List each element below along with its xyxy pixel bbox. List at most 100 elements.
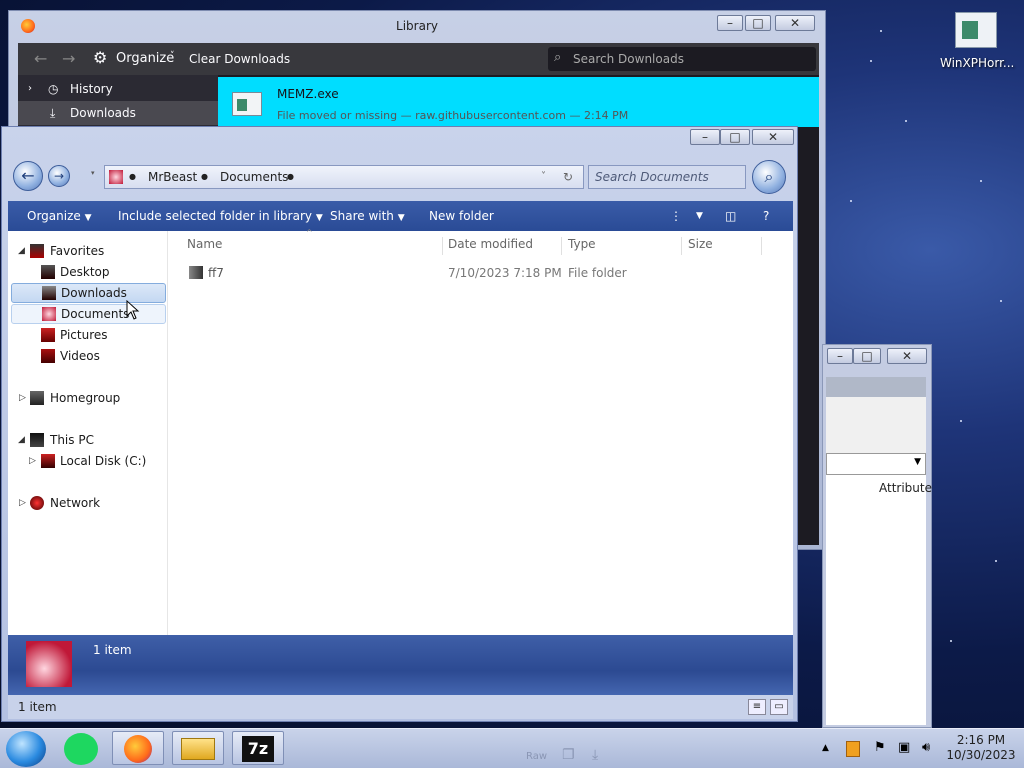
taskbar-explorer[interactable] [172,731,224,765]
download-item[interactable]: MEMZ.exe File moved or missing — raw.git… [218,77,819,127]
folder-icon [181,738,215,760]
tree-item-label: Desktop [60,265,110,279]
attribute-column-header: Attribute [879,481,932,495]
refresh-icon[interactable]: ↻ [563,166,573,188]
organize-menu[interactable]: Organize [116,51,174,66]
tray-app-icon[interactable] [846,741,860,757]
breadcrumb-item[interactable]: Documents [220,166,288,188]
preview-pane-icon[interactable]: ◫ [725,201,736,231]
sidebar-item-history[interactable]: › ◷ History [18,77,218,101]
new-folder-button[interactable]: New folder [429,201,494,231]
search-downloads-placeholder: Search Downloads [573,52,684,66]
tree-item-local-disk[interactable]: ▷ Local Disk (C:) [8,451,167,471]
expand-arrow-icon[interactable]: ▷ [19,493,29,513]
sidebar-item-label: Downloads [70,106,136,120]
sort-arrow-icon: ^ [306,228,313,237]
chevron-right-icon: › [28,83,32,94]
breadcrumb-item[interactable]: MrBeast [148,166,197,188]
collapse-arrow-icon[interactable]: ◢ [18,241,28,261]
close-button[interactable]: ✕ [775,15,815,31]
chevron-down-icon[interactable]: ˅ [541,166,546,188]
downloads-icon [42,286,56,300]
minimize-button[interactable]: – [690,129,720,145]
back-arrow-icon[interactable]: ← [34,49,47,68]
7zip-icon: 7z [242,736,274,762]
maximize-button[interactable]: □ [720,129,750,145]
volume-icon[interactable]: 🔊︎ [922,740,930,755]
tree-item-label: Local Disk (C:) [60,454,147,468]
close-button[interactable]: ✕ [752,129,794,145]
taskbar-firefox[interactable] [112,731,164,765]
chevron-down-icon[interactable]: ▼ [696,201,703,231]
tree-item-label: Pictures [60,328,108,342]
sidebar-item-downloads[interactable]: ⤓ Downloads [18,101,218,125]
taskbar: 7z Raw ❐ ⤓ ▲ ⚑ ▣ 🔊︎ 2:16 PM 10/30/2023 [0,728,1024,768]
file-name: ff7 [208,266,224,280]
taskbar-7zip[interactable]: 7z [232,731,284,765]
clear-downloads-button[interactable]: Clear Downloads [189,52,290,66]
close-button[interactable]: ✕ [887,348,927,364]
search-downloads-input[interactable]: ⌕ Search Downloads [548,47,816,71]
status-bar: 1 item ≡ ▭ [8,695,793,719]
clock[interactable]: 2:16 PM 10/30/2023 [946,733,1016,763]
breadcrumb-separator[interactable]: ● [201,166,208,188]
tree-item-this-pc[interactable]: ◢ This PC [8,430,167,450]
include-in-library-menu[interactable]: Include selected folder in library ▼ [118,201,323,233]
tree-item-homegroup[interactable]: ▷ Homegroup [8,388,167,408]
command-bar: Organize ▼ Include selected folder in li… [8,201,793,231]
documents-icon [42,307,56,321]
forward-button[interactable]: → [48,165,70,187]
spotify-icon[interactable] [64,733,98,765]
forward-arrow-icon[interactable]: → [62,49,75,68]
share-with-menu[interactable]: Share with ▼ [330,201,405,233]
navigation-pane: ◢ Favorites Desktop Downloads Documents … [8,231,167,635]
show-hidden-icons-icon[interactable]: ▲ [822,743,829,753]
tree-item-label: This PC [50,433,94,447]
column-header-type[interactable]: Type [562,237,682,255]
search-button[interactable]: ⌕ [752,160,786,194]
tree-item-downloads[interactable]: Downloads [11,283,166,303]
tree-item-pictures[interactable]: Pictures [8,325,167,345]
start-button[interactable] [6,731,46,767]
documents-library-icon [26,641,72,687]
minimize-button[interactable]: – [827,348,853,364]
favorites-icon [30,244,44,258]
organize-menu[interactable]: Organize ▼ [27,201,92,233]
chevron-down-icon: ▼ [397,213,405,223]
tree-item-label: Favorites [50,244,105,258]
properties-dropdown[interactable]: ▼ [826,453,926,475]
details-view-icon[interactable]: ≡ [748,699,766,715]
column-header-date[interactable]: Date modified [442,237,562,255]
breadcrumb-separator[interactable]: ● [129,166,136,188]
network-tray-icon[interactable]: ▣ [898,740,910,755]
breadcrumb-separator[interactable]: ● [287,166,294,188]
table-row[interactable]: ff7 7/10/2023 7:18 PM File folder [181,263,781,283]
clock-time: 2:16 PM [956,733,1006,747]
expand-arrow-icon[interactable]: ▷ [29,451,39,471]
desktop-shortcut-icon[interactable]: WinXPHorr... [940,10,1014,80]
recent-pages-icon[interactable]: ▾ [91,169,95,177]
maximize-button[interactable]: □ [745,15,771,31]
help-icon[interactable]: ? [763,201,769,231]
search-documents-input[interactable]: Search Documents [588,165,746,189]
network-icon [30,496,44,510]
column-header-name[interactable]: Name [181,237,443,255]
collapse-arrow-icon[interactable]: ◢ [18,430,28,450]
large-icons-view-icon[interactable]: ▭ [770,699,788,715]
maximize-button[interactable]: □ [853,348,881,364]
minimize-button[interactable]: – [717,15,743,31]
download-icon: ⤓ [592,747,599,763]
tree-item-desktop[interactable]: Desktop [8,262,167,282]
navigation-bar: ← → ▾ ● MrBeast ● Documents ● ˅ ↻ Search… [8,157,793,199]
tree-item-documents[interactable]: Documents [11,304,166,324]
tree-item-network[interactable]: ▷ Network [8,493,167,513]
library-toolbar: ← → ⚙ Organize ˅ Clear Downloads ⌕ Searc… [18,43,819,75]
view-options-icon[interactable]: ⋮ [670,201,682,231]
tree-item-favorites[interactable]: ◢ Favorites [8,241,167,261]
column-header-size[interactable]: Size [682,237,762,255]
expand-arrow-icon[interactable]: ▷ [19,388,29,408]
address-bar[interactable]: ● MrBeast ● Documents ● ˅ ↻ [104,165,584,189]
tree-item-videos[interactable]: Videos [8,346,167,366]
flag-icon[interactable]: ⚑ [874,740,886,755]
back-button[interactable]: ← [13,161,43,191]
